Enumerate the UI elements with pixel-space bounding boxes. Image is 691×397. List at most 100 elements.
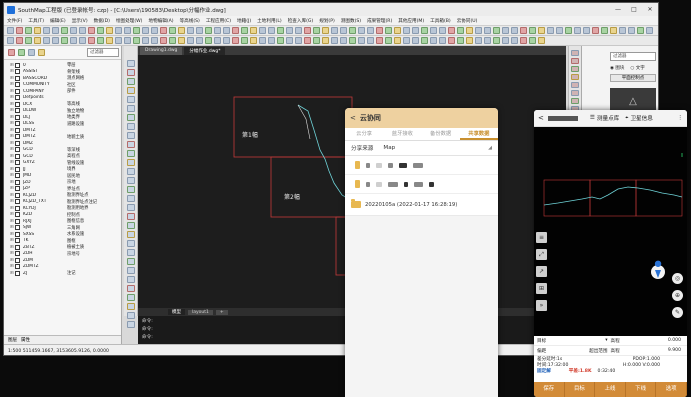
layer-visible-checkbox[interactable] xyxy=(15,173,20,179)
layer-visible-checkbox[interactable] xyxy=(15,140,20,146)
draw-tool-icon[interactable] xyxy=(126,87,135,94)
draw-tool-icon[interactable] xyxy=(126,258,135,265)
layer-visible-checkbox[interactable] xyxy=(15,192,20,198)
toolbar-tool-icon[interactable] xyxy=(511,37,518,44)
toolbar-tool-icon[interactable] xyxy=(610,27,617,34)
menu-item[interactable]: 规划(P) xyxy=(319,18,335,24)
toolbar-tool-icon[interactable] xyxy=(133,37,140,44)
toolbar-tool-icon[interactable] xyxy=(286,37,293,44)
toolbar-tool-icon[interactable] xyxy=(97,37,104,44)
toolbar-tool-icon[interactable] xyxy=(358,37,365,44)
draw-tool-icon[interactable] xyxy=(126,177,135,184)
toolbar-tool-icon[interactable] xyxy=(124,37,131,44)
toolbar-tool-icon[interactable] xyxy=(349,27,356,34)
toolbar-tool-icon[interactable] xyxy=(403,37,410,44)
toolbar-tool-icon[interactable] xyxy=(412,27,419,34)
elevation-field[interactable]: 高程 9.900 xyxy=(611,348,685,354)
toolbar-tool-icon[interactable] xyxy=(502,37,509,44)
toolbar-tool-icon[interactable] xyxy=(493,37,500,44)
draw-tool-icon[interactable] xyxy=(126,321,135,328)
layer-visible-checkbox[interactable] xyxy=(15,108,20,114)
draw-tool-icon[interactable] xyxy=(126,168,135,175)
toolbar-tool-icon[interactable] xyxy=(358,27,365,34)
toolbar-tool-icon[interactable] xyxy=(511,27,518,34)
draw-tool-icon[interactable] xyxy=(126,195,135,202)
layer-visible-checkbox[interactable] xyxy=(15,166,20,172)
toolbar-tool-icon[interactable] xyxy=(223,37,230,44)
toolbar-tool-icon[interactable] xyxy=(178,37,185,44)
toolbar-tool-icon[interactable] xyxy=(241,37,248,44)
toolbar-tool-icon[interactable] xyxy=(79,37,86,44)
draw-tool-icon[interactable] xyxy=(126,231,135,238)
back-icon[interactable]: < xyxy=(538,114,544,122)
layers-tool-icon[interactable]: ≡ xyxy=(536,232,547,243)
toolbar-tool-icon[interactable] xyxy=(367,37,374,44)
layer-visible-checkbox[interactable] xyxy=(15,82,20,88)
toolbar-tool-icon[interactable] xyxy=(529,37,536,44)
toolbar-tool-icon[interactable] xyxy=(34,27,41,34)
menu-item[interactable]: 数据(D) xyxy=(94,18,110,24)
target-field[interactable]: 目标 ▾ xyxy=(537,338,611,344)
layer-visible-checkbox[interactable] xyxy=(15,270,20,276)
toolbar-tool-icon[interactable] xyxy=(394,27,401,34)
toolbar-tool-icon[interactable] xyxy=(52,27,59,34)
radio-block[interactable]: ◉ 图块 xyxy=(610,65,624,71)
toolbar-tool-icon[interactable] xyxy=(322,37,329,44)
draw-tool-icon[interactable] xyxy=(126,240,135,247)
menu-item[interactable]: 显示(V) xyxy=(72,18,88,24)
toolbar-tool-icon[interactable] xyxy=(295,37,302,44)
toolbar-tool-icon[interactable] xyxy=(565,27,572,34)
draw-tool-icon[interactable] xyxy=(126,285,135,292)
delete-layer-icon[interactable] xyxy=(18,49,25,56)
toolbar-tool-icon[interactable] xyxy=(529,27,536,34)
menu-item[interactable]: 检查入库(G) xyxy=(288,18,314,24)
toolbar-tool-icon[interactable] xyxy=(43,27,50,34)
modify-tool-icon[interactable] xyxy=(571,58,579,64)
toolbar-tool-icon[interactable] xyxy=(628,27,635,34)
toolbar-tool-icon[interactable] xyxy=(142,27,149,34)
toolbar-tool-icon[interactable] xyxy=(466,27,473,34)
toolbar-tool-icon[interactable] xyxy=(106,27,113,34)
blurred-entry[interactable] xyxy=(345,175,498,194)
toolbar-tool-icon[interactable] xyxy=(196,27,203,34)
save-button[interactable]: 保存 xyxy=(534,382,565,397)
new-layer-icon[interactable] xyxy=(8,49,15,56)
toolbar-tool-icon[interactable] xyxy=(637,27,644,34)
layer-filter-icon[interactable] xyxy=(38,49,45,56)
toolbar-tool-icon[interactable] xyxy=(232,27,239,34)
toolbar-tool-icon[interactable] xyxy=(286,27,293,34)
toolbar-tool-icon[interactable] xyxy=(232,37,239,44)
toolbar-tool-icon[interactable] xyxy=(151,27,158,34)
layer-state-icon[interactable] xyxy=(28,49,35,56)
toolbar-tool-icon[interactable] xyxy=(61,27,68,34)
menu-item[interactable]: 工具(T) xyxy=(28,18,44,24)
draw-tool-icon[interactable] xyxy=(126,204,135,211)
toolbar-tool-icon[interactable] xyxy=(304,27,311,34)
toolbar-tool-icon[interactable] xyxy=(385,27,392,34)
draw-tool-icon[interactable] xyxy=(126,249,135,256)
menu-item[interactable]: 地物编辑(A) xyxy=(148,18,173,24)
toolbar-tool-icon[interactable] xyxy=(556,27,563,34)
tab-backup-data[interactable]: 备份数据 xyxy=(422,128,460,140)
survey-map[interactable]: ≡ ⤢ ↗ ⊞ » ◎ ⊕ ✎ xyxy=(534,127,687,336)
tab-properties[interactable]: 属性 xyxy=(21,337,30,343)
draw-tool-icon[interactable] xyxy=(126,186,135,193)
toolbar-tool-icon[interactable] xyxy=(277,27,284,34)
toolbar-tool-icon[interactable] xyxy=(214,27,221,34)
toolbar-tool-icon[interactable] xyxy=(151,37,158,44)
tab-cloud-share[interactable]: 云分享 xyxy=(345,128,383,140)
toolbar-tool-icon[interactable] xyxy=(502,27,509,34)
draw-tool-icon[interactable] xyxy=(126,276,135,283)
draw-tool-icon[interactable] xyxy=(126,141,135,148)
height-field[interactable]: 高程 0.000 xyxy=(611,338,685,344)
toolbar-tool-icon[interactable] xyxy=(376,27,383,34)
toolbar-tool-icon[interactable] xyxy=(547,27,554,34)
toolbar-tool-icon[interactable] xyxy=(106,37,113,44)
layer-visible-checkbox[interactable] xyxy=(15,231,20,237)
modify-tool-icon[interactable] xyxy=(571,50,579,56)
toolbar-tool-icon[interactable] xyxy=(520,27,527,34)
layer-visible-checkbox[interactable] xyxy=(15,95,20,101)
toolbar-tool-icon[interactable] xyxy=(403,27,410,34)
layer-visible-checkbox[interactable] xyxy=(15,134,20,140)
toolbar-tool-icon[interactable] xyxy=(16,27,23,34)
